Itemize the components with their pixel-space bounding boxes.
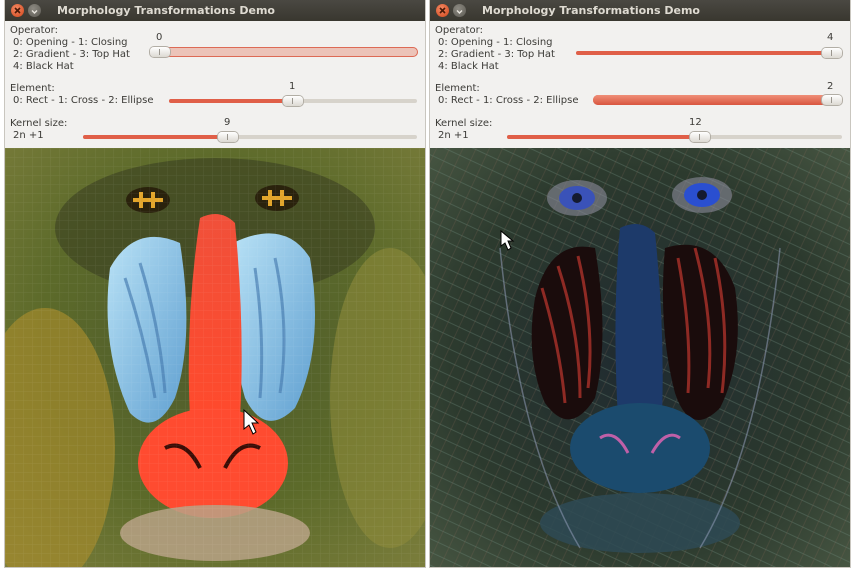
element-label: Element: bbox=[435, 83, 480, 94]
minimize-button[interactable] bbox=[28, 4, 41, 17]
operator-slider[interactable] bbox=[150, 47, 418, 57]
kernel-size-slider-handle[interactable] bbox=[690, 132, 710, 142]
morphology-window-right: Morphology Transformations Demo Operator… bbox=[430, 0, 850, 567]
kernel-size-slider-handle[interactable] bbox=[218, 132, 238, 142]
kernel-size-label: Kernel size: bbox=[435, 118, 493, 129]
close-icon bbox=[14, 7, 21, 14]
morphology-window-left: Morphology Transformations Demo Operator… bbox=[5, 0, 425, 567]
result-image-opening bbox=[5, 148, 425, 567]
operator-option-line: 0: Opening - 1: Closing bbox=[13, 37, 128, 48]
element-slider-fill bbox=[169, 99, 293, 103]
minimize-button[interactable] bbox=[453, 4, 466, 17]
kernel-formula: 2n +1 bbox=[13, 130, 44, 141]
element-slider[interactable] bbox=[169, 96, 417, 106]
result-image-black-hat bbox=[430, 148, 850, 567]
element-options: 0: Rect - 1: Cross - 2: Ellipse bbox=[438, 95, 579, 106]
operator-slider[interactable] bbox=[576, 48, 842, 58]
close-button[interactable] bbox=[436, 4, 449, 17]
kernel-size-slider[interactable] bbox=[507, 132, 842, 142]
title-bar: Morphology Transformations Demo bbox=[5, 0, 425, 21]
operator-label: Operator: bbox=[10, 25, 58, 36]
controls-panel: Operator: 0: Opening - 1: Closing 2: Gra… bbox=[5, 21, 425, 148]
kernel-formula: 2n +1 bbox=[438, 130, 469, 141]
minimize-icon bbox=[31, 10, 38, 14]
operator-option-line: 4: Black Hat bbox=[438, 61, 499, 72]
element-slider-fill bbox=[593, 95, 842, 105]
operator-option-line: 2: Gradient - 3: Top Hat bbox=[438, 49, 555, 60]
kernel-size-slider-fill bbox=[83, 135, 227, 139]
element-options: 0: Rect - 1: Cross - 2: Ellipse bbox=[13, 95, 154, 106]
operator-value: 4 bbox=[827, 32, 834, 43]
operator-slider-handle[interactable] bbox=[150, 47, 170, 57]
operator-label: Operator: bbox=[435, 25, 483, 36]
element-slider-handle[interactable] bbox=[822, 95, 842, 105]
element-slider-handle[interactable] bbox=[283, 96, 303, 106]
element-slider[interactable] bbox=[593, 95, 842, 105]
minimize-icon bbox=[456, 10, 463, 14]
kernel-size-value: 9 bbox=[224, 117, 231, 128]
controls-panel: Operator: 0: Opening - 1: Closing 2: Gra… bbox=[430, 21, 850, 148]
kernel-size-slider-fill bbox=[507, 135, 702, 139]
operator-option-line: 4: Black Hat bbox=[13, 61, 74, 72]
element-value: 2 bbox=[827, 81, 834, 92]
window-title: Morphology Transformations Demo bbox=[57, 4, 275, 17]
operator-slider-handle[interactable] bbox=[822, 48, 842, 58]
window-title: Morphology Transformations Demo bbox=[482, 4, 700, 17]
operator-option-line: 0: Opening - 1: Closing bbox=[438, 37, 553, 48]
operator-slider-fill bbox=[576, 51, 842, 55]
title-bar: Morphology Transformations Demo bbox=[430, 0, 850, 21]
operator-value: 0 bbox=[156, 32, 163, 43]
kernel-size-value: 12 bbox=[689, 117, 702, 128]
close-icon bbox=[439, 7, 446, 14]
kernel-size-label: Kernel size: bbox=[10, 118, 68, 129]
element-value: 1 bbox=[289, 81, 296, 92]
operator-option-line: 2: Gradient - 3: Top Hat bbox=[13, 49, 130, 60]
close-button[interactable] bbox=[11, 4, 24, 17]
kernel-size-slider[interactable] bbox=[83, 132, 417, 142]
element-label: Element: bbox=[10, 83, 55, 94]
